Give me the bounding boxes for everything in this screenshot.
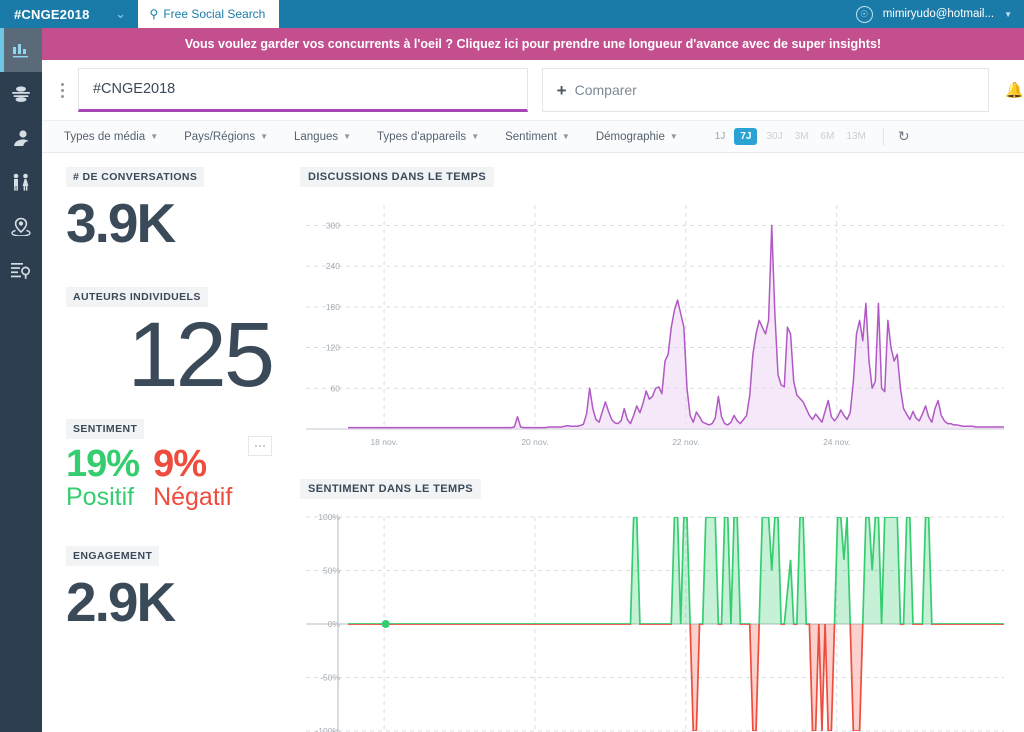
- caret-down-icon[interactable]: ▼: [1004, 10, 1012, 19]
- gender-icon: [13, 173, 29, 191]
- topbar-right: ☉ mimiryudo@hotmail... ▼: [855, 0, 1024, 28]
- layers-icon: [12, 86, 30, 102]
- time-range-selector: 1J 7J 30J 3M 6M 13M: [712, 128, 869, 145]
- filter-demographics[interactable]: Démographie ▼: [596, 131, 678, 143]
- sidebar-item-demographics[interactable]: [0, 160, 42, 204]
- top-bar: #CNGE2018 ⌄ ⚲ Free Social Search ☉ mimir…: [0, 0, 1024, 28]
- search-box[interactable]: [77, 68, 528, 112]
- sentiment-more-button[interactable]: [248, 436, 272, 456]
- filter-media-types[interactable]: Types de média ▼: [64, 131, 158, 143]
- bar-chart-icon: [12, 43, 28, 57]
- svg-text:60: 60: [331, 383, 341, 393]
- sidebar-item-influencers[interactable]: [0, 72, 42, 116]
- filter-label: Sentiment: [505, 130, 557, 143]
- caret-down-icon: ▼: [669, 132, 678, 141]
- svg-text:18 nov.: 18 nov.: [370, 437, 397, 447]
- plus-icon: +: [556, 80, 567, 100]
- caret-down-icon: ▼: [150, 132, 159, 141]
- sidebar-item-authors[interactable]: [0, 116, 42, 160]
- range-1j[interactable]: 1J: [712, 129, 729, 144]
- filter-label: Pays/Régions: [184, 130, 256, 143]
- sentiment-negative-pct: 9%: [153, 442, 207, 485]
- sentiment-positive: 19% Positif: [66, 442, 140, 511]
- caret-down-icon: ▼: [343, 132, 352, 141]
- kpi-value-authors: 125: [127, 303, 276, 406]
- filter-label: Langues: [294, 130, 339, 143]
- chart-title-sentiment: SENTIMENT DANS LE TEMPS: [300, 479, 482, 499]
- chart-title-discussions: DISCUSSIONS DANS LE TEMPS: [300, 167, 495, 187]
- kpi-label-engagement: ENGAGEMENT: [66, 545, 160, 566]
- svg-text:120: 120: [326, 343, 340, 353]
- chart-sentiment[interactable]: -100%-50%0%50%100%18 nov.20 nov.22 nov.2…: [300, 507, 1010, 732]
- promo-text: Vous voulez garder vos concurrents à l'o…: [184, 37, 882, 51]
- compare-label: Comparer: [574, 82, 637, 98]
- list-search-icon: [11, 262, 31, 279]
- caret-down-icon: ▼: [471, 132, 480, 141]
- account-label[interactable]: mimiryudo@hotmail...: [883, 8, 994, 20]
- search-row: + Comparer 🔔: [42, 60, 1024, 120]
- filter-sentiment[interactable]: Sentiment ▼: [505, 131, 570, 143]
- range-3m[interactable]: 3M: [792, 129, 812, 144]
- tab-label: Free Social Search: [163, 7, 266, 21]
- charts-column: DISCUSSIONS DANS LE TEMPS 60 120 180 240 300…: [290, 153, 1024, 732]
- sentiment-negative: 9% Négatif: [153, 445, 232, 510]
- chevrons-down-icon[interactable]: ⌄: [104, 0, 138, 28]
- refresh-icon[interactable]: ↻: [898, 128, 910, 145]
- project-title: #CNGE2018: [14, 6, 90, 22]
- filter-label: Types de média: [64, 130, 146, 143]
- svg-text:180: 180: [326, 302, 340, 312]
- kpi-column: # DE CONVERSATIONS 3.9K AUTEURS INDIVIDU…: [42, 153, 290, 732]
- svg-text:-100%: -100%: [315, 726, 340, 732]
- person-icon: [13, 130, 29, 146]
- sentiment-positive-pct: 19%: [66, 442, 140, 485]
- bell-icon[interactable]: 🔔: [1005, 81, 1024, 99]
- kebab-menu-icon[interactable]: [50, 82, 76, 98]
- filter-countries-regions[interactable]: Pays/Régions ▼: [184, 131, 268, 143]
- sentiment-positive-label: Positif: [66, 482, 135, 511]
- filter-languages[interactable]: Langues ▼: [294, 131, 351, 143]
- kpi-value-engagement: 2.9K: [66, 570, 176, 633]
- sidebar-item-mentions[interactable]: [0, 248, 42, 292]
- left-rail: [0, 28, 42, 732]
- kpi-label-conversations: # DE CONVERSATIONS: [66, 167, 205, 187]
- tab-free-social-search[interactable]: ⚲ Free Social Search: [137, 0, 280, 28]
- svg-text:300: 300: [326, 220, 340, 230]
- sidebar-item-locations[interactable]: [0, 204, 42, 248]
- svg-text:-50%: -50%: [320, 673, 340, 683]
- headset-icon[interactable]: ☉: [855, 5, 873, 23]
- svg-text:24 nov.: 24 nov.: [823, 437, 850, 447]
- caret-down-icon: ▼: [561, 132, 570, 141]
- divider: [882, 127, 884, 146]
- sentiment-values: 19% Positif 9% Négatif: [66, 445, 272, 510]
- svg-text:20 nov.: 20 nov.: [521, 437, 548, 447]
- promo-banner[interactable]: Vous voulez garder vos concurrents à l'o…: [42, 28, 1024, 60]
- range-30j[interactable]: 30J: [763, 129, 785, 144]
- kpi-label-sentiment: SENTIMENT: [66, 418, 145, 439]
- filter-label: Démographie: [595, 130, 665, 143]
- svg-text:100%: 100%: [318, 512, 340, 522]
- filter-label: Types d'appareils: [377, 130, 467, 143]
- caret-down-icon: ▼: [260, 132, 268, 141]
- main-body: # DE CONVERSATIONS 3.9K AUTEURS INDIVIDU…: [42, 153, 1024, 732]
- chart-discussions[interactable]: 60 120 180 240 300 18 nov. 20 nov. 22 nov. 24 no…: [300, 195, 1010, 465]
- range-6m[interactable]: 6M: [818, 129, 838, 144]
- svg-text:22 nov.: 22 nov.: [672, 437, 699, 447]
- kpi-value-conversations: 3.9K: [66, 192, 176, 254]
- sentiment-negative-label: Négatif: [153, 482, 233, 511]
- filter-row: Types de média ▼ Pays/Régions ▼ Langues …: [42, 120, 1024, 153]
- sidebar-item-analytics[interactable]: [0, 28, 42, 72]
- compare-button[interactable]: + Comparer: [541, 68, 990, 112]
- filter-device-types[interactable]: Types d'appareils ▼: [377, 131, 479, 143]
- search-input[interactable]: [92, 81, 513, 97]
- search-icon: ⚲: [149, 7, 159, 21]
- svg-text:240: 240: [326, 261, 340, 271]
- range-13m[interactable]: 13M: [843, 129, 868, 144]
- range-7j[interactable]: 7J: [734, 128, 758, 145]
- map-pin-icon: [11, 217, 31, 236]
